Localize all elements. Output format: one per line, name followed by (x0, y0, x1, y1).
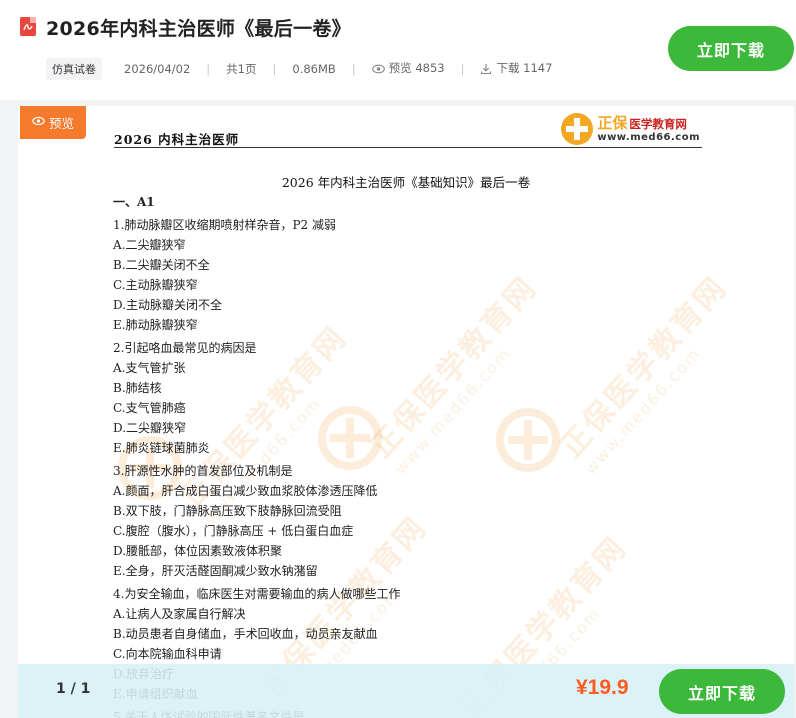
page-indicator: 1 / 1 (56, 681, 91, 697)
doc-meta: 仿真试卷 2026/04/02 | 共1页 | 0.86MB | 预览 4853… (46, 58, 552, 80)
question-option: C.主动脉瓣狭窄 (113, 278, 198, 292)
preview-count: 预览 4853 (371, 60, 445, 78)
question-stem: 4.为安全输血，临床医生对需要输血的病人做哪些工作 (113, 587, 401, 601)
download-button-bottom[interactable]: 立即下载 (659, 669, 785, 714)
question-option: C.支气管肺癌 (113, 401, 186, 415)
download-icon (480, 63, 492, 78)
doc-title: 2026年内科主治医师《最后一卷》 (46, 18, 351, 40)
question-option: B.二尖瓣关闭不全 (113, 258, 210, 272)
meta-separator: | (351, 62, 356, 76)
meta-separator: | (206, 62, 211, 76)
doc-header: 2026年内科主治医师《最后一卷》 仿真试卷 2026/04/02 | 共1页 … (0, 0, 796, 100)
question-option: E.全身，肝灭活醛固酮减少致水钠潴留 (113, 564, 318, 578)
question-option: B.肺结核 (113, 381, 162, 395)
question-stem: 1.肺动脉瓣区收缩期喷射样杂音，P2 减弱 (113, 218, 336, 232)
logo-brand: 正保 (597, 114, 628, 133)
publisher-logo: 正保 医学教育网 www.med66.com (561, 110, 700, 148)
question-option: E.肺动脉瓣狭窄 (113, 318, 198, 332)
meta-separator: | (272, 62, 277, 76)
question-option: A.颜面，肝合成白蛋白减少致血浆胶体渗透压降低 (113, 484, 378, 498)
question-stem: 3.肝源性水肿的首发部位及机制是 (113, 464, 293, 478)
question-option: D.二尖瓣狭窄 (113, 421, 187, 435)
question-option: C.腹腔（腹水），门静脉高压 + 低白蛋白血症 (113, 524, 354, 538)
doc-type-tag: 仿真试卷 (46, 58, 102, 80)
meta-separator: | (460, 62, 465, 76)
question-option: B.双下肢，门静脉高压致下肢静脉回流受阻 (113, 504, 342, 518)
question-option: D.主动脉瓣关闭不全 (113, 298, 223, 312)
download-count: 下载 1147 (480, 60, 552, 78)
page-header-title: 2026 内科主治医师 (114, 132, 240, 147)
price: ¥19.9 (576, 676, 629, 699)
question-option: C.向本院输血科申请 (113, 647, 222, 661)
doc-body: 一、A1 1.肺动脉瓣区收缩期喷射样杂音，P2 减弱 A.二尖瓣狭窄 B.二尖瓣关闭… (113, 192, 713, 718)
preview-badge-label: 预览 (48, 116, 74, 131)
question-option: D.腰骶部，体位因素致液体积聚 (113, 544, 283, 558)
doc-file-size: 0.86MB (292, 62, 336, 76)
download-count-text: 下载 1147 (496, 61, 553, 75)
doc-page-count: 共1页 (226, 62, 257, 76)
question-option: E.肺炎链球菌肺炎 (113, 441, 210, 455)
doc-heading: 2026 年内科主治医师《基础知识》最后一卷 (281, 175, 531, 190)
pdf-file-icon (20, 17, 36, 36)
download-button[interactable]: 立即下载 (668, 26, 794, 71)
question-option: B.动员患者自身储血，手术回收血，动员亲友献血 (113, 627, 378, 641)
question-list: 1.肺动脉瓣区收缩期喷射样杂音，P2 减弱 A.二尖瓣狭窄 B.二尖瓣关闭不全 C.主… (113, 215, 713, 718)
question-option: A.让病人及家属自行解决 (113, 607, 246, 621)
question-option: A.二尖瓣狭窄 (113, 238, 186, 252)
eye-icon (32, 115, 45, 130)
logo-cross-icon (561, 113, 594, 145)
eye-icon (371, 63, 385, 78)
logo-name: 医学教育网 (629, 117, 687, 132)
preview-badge: 预览 (20, 106, 86, 139)
doc-date: 2026/04/02 (124, 62, 191, 76)
document-preview[interactable]: 预览 正保医学教育网 www.med66.com 正保医学教育网 www.med… (18, 106, 794, 718)
preview-count-text: 预览 4853 (388, 61, 445, 75)
question-option: A.支气管扩张 (113, 361, 186, 375)
logo-url: www.med66.com (597, 131, 700, 143)
question-stem: 2.引起咯血最常见的病因是 (113, 341, 257, 355)
section-title: 一、A1 (113, 195, 155, 209)
purchase-bar: 1 / 1 ¥19.9 立即下载 (18, 664, 794, 718)
page-header: 2026 内科主治医师 正保 医学教育网 www.med66.com (114, 113, 702, 148)
